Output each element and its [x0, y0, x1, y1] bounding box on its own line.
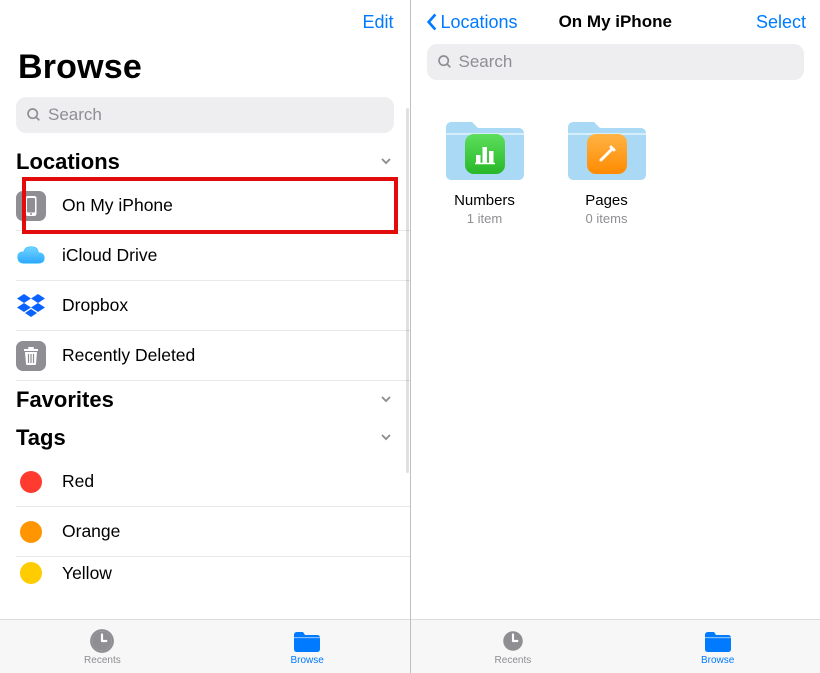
tab-recents[interactable]: Recents — [411, 620, 616, 673]
search-field-left[interactable] — [16, 97, 394, 133]
folder-icon — [564, 114, 650, 184]
back-button[interactable]: Locations — [425, 12, 518, 33]
location-label: Recently Deleted — [62, 345, 195, 366]
folder-icon — [703, 628, 733, 654]
search-input-left[interactable] — [48, 105, 384, 125]
chevron-down-icon — [378, 149, 394, 175]
tab-bar-right: Recents Browse — [411, 619, 820, 673]
tag-orange[interactable]: Orange — [16, 507, 410, 557]
edit-button[interactable]: Edit — [362, 12, 393, 33]
dropbox-icon — [16, 291, 46, 321]
clock-icon — [500, 628, 526, 654]
tab-label: Browse — [290, 655, 323, 666]
tab-label: Browse — [701, 655, 734, 666]
folder-grid: Numbers 1 item Pages 0 items — [411, 90, 820, 250]
chevron-left-icon — [425, 12, 439, 32]
tab-bar-left: Recents Browse — [0, 619, 410, 673]
locations-title: Locations — [16, 149, 120, 175]
location-icloud-drive[interactable]: iCloud Drive — [16, 231, 410, 281]
trash-icon — [16, 341, 46, 371]
left-nav-bar: Edit — [0, 0, 410, 44]
tab-browse[interactable]: Browse — [205, 620, 410, 673]
search-icon — [26, 107, 42, 123]
folder-icon — [292, 628, 322, 654]
right-nav-bar: Locations On My iPhone Select — [411, 0, 820, 44]
tag-dot-icon — [20, 521, 42, 543]
location-label: iCloud Drive — [62, 245, 157, 266]
tab-label: Recents — [495, 655, 532, 666]
favorites-title: Favorites — [16, 387, 114, 413]
location-on-my-iphone[interactable]: On My iPhone — [16, 181, 410, 231]
chevron-down-icon — [378, 387, 394, 413]
tab-recents[interactable]: Recents — [0, 620, 205, 673]
tag-label: Red — [62, 471, 94, 492]
page-title: Browse — [0, 44, 410, 97]
tab-label: Recents — [84, 655, 121, 666]
folder-name: Numbers — [435, 192, 535, 209]
tag-red[interactable]: Red — [16, 457, 410, 507]
tags-list: Red Orange Yellow — [0, 457, 410, 589]
favorites-header[interactable]: Favorites — [0, 381, 410, 419]
tab-browse[interactable]: Browse — [615, 620, 820, 673]
iphone-icon — [16, 191, 46, 221]
cloud-icon — [16, 241, 46, 271]
folder-name: Pages — [557, 192, 657, 209]
search-field-right[interactable] — [427, 44, 805, 80]
locations-header[interactable]: Locations — [0, 143, 410, 181]
folder-subtitle: 0 items — [557, 211, 657, 226]
chevron-down-icon — [378, 425, 394, 451]
location-recently-deleted[interactable]: Recently Deleted — [16, 331, 410, 381]
tag-dot-icon — [20, 562, 42, 584]
search-icon — [437, 54, 453, 70]
browse-pane: Edit Browse Locations On My iPhone iClo — [0, 0, 410, 673]
numbers-app-icon — [473, 142, 497, 166]
location-label: Dropbox — [62, 295, 128, 316]
back-label: Locations — [441, 12, 518, 33]
tag-dot-icon — [20, 471, 42, 493]
tag-label: Yellow — [62, 563, 112, 584]
select-button[interactable]: Select — [756, 12, 806, 33]
folder-numbers[interactable]: Numbers 1 item — [435, 114, 535, 226]
clock-icon — [89, 628, 115, 654]
pages-app-icon — [595, 142, 619, 166]
search-input-right[interactable] — [459, 52, 795, 72]
tags-header[interactable]: Tags — [0, 419, 410, 457]
locations-list: On My iPhone iCloud Drive Dropbox Recent… — [0, 181, 410, 381]
tags-title: Tags — [16, 425, 66, 451]
location-dropbox[interactable]: Dropbox — [16, 281, 410, 331]
folder-pages[interactable]: Pages 0 items — [557, 114, 657, 226]
location-label: On My iPhone — [62, 195, 173, 216]
folder-pane: Locations On My iPhone Select Numbers 1 … — [411, 0, 820, 673]
tag-yellow[interactable]: Yellow — [16, 557, 410, 589]
folder-icon — [442, 114, 528, 184]
scroll-indicator — [406, 108, 409, 473]
folder-subtitle: 1 item — [435, 211, 535, 226]
tag-label: Orange — [62, 521, 120, 542]
